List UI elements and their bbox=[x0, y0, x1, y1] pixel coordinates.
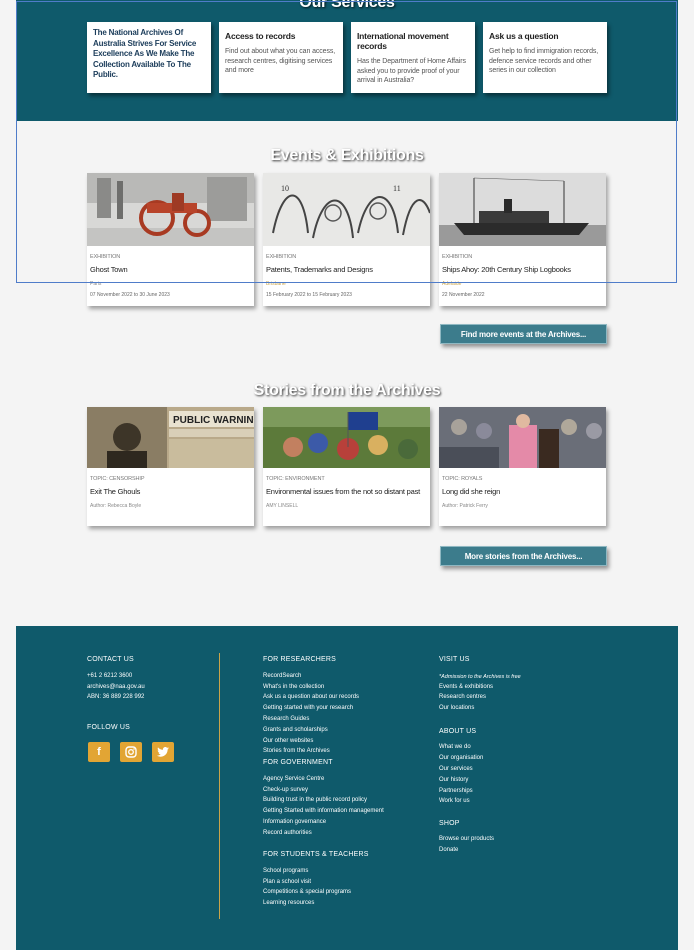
event-title: Ships Ahoy: 20th Century Ship Logbooks bbox=[442, 265, 571, 274]
footer-abn: ABN: 36 889 228 992 bbox=[87, 694, 145, 700]
service-card-desc: Has the Department of Home Affairs asked… bbox=[357, 58, 466, 84]
footer-link[interactable]: Grants and scholarships bbox=[263, 727, 328, 733]
footer-link[interactable]: Our other websites bbox=[263, 738, 313, 744]
footer-link[interactable]: What we do bbox=[439, 744, 471, 750]
story-title: Environmental issues from the not so dis… bbox=[266, 487, 421, 496]
footer-link[interactable]: Browse our products bbox=[439, 836, 494, 842]
footer-researchers-heading: FOR RESEARCHERS bbox=[263, 656, 337, 663]
story-title: Exit The Ghouls bbox=[90, 487, 141, 496]
service-card-ask[interactable]: Ask us a question Get help to find immig… bbox=[483, 22, 607, 93]
service-card-access[interactable]: Access to records Find out about what yo… bbox=[219, 22, 343, 93]
more-stories-button[interactable]: More stories from the Archives... bbox=[440, 546, 607, 566]
footer-link[interactable]: Donate bbox=[439, 847, 458, 853]
service-card-title: International movement records bbox=[357, 31, 449, 51]
service-card-title: Ask us a question bbox=[489, 31, 559, 41]
footer-link[interactable]: Getting started with your research bbox=[263, 705, 353, 711]
event-kicker: EXHIBITION bbox=[442, 254, 473, 260]
footer-link[interactable]: Research Guides bbox=[263, 716, 309, 722]
twitter-icon[interactable] bbox=[152, 742, 174, 762]
story-kicker: TOPIC: CENSORSHIP bbox=[90, 476, 145, 482]
service-card-desc: Find out about what you can access, rese… bbox=[225, 48, 336, 74]
footer-visit-heading: VISIT US bbox=[439, 656, 470, 663]
event-image-patents: 10 11 bbox=[263, 173, 430, 246]
footer-government-heading: FOR GOVERNMENT bbox=[263, 759, 333, 766]
story-image-environment bbox=[263, 407, 430, 468]
service-card-title: Access to records bbox=[225, 31, 296, 41]
story-kicker: TOPIC: ENVIRONMENT bbox=[266, 476, 325, 482]
footer-link[interactable]: Our organisation bbox=[439, 755, 483, 761]
story-image-royals bbox=[439, 407, 606, 468]
find-more-events-button[interactable]: Find more events at the Archives... bbox=[440, 324, 607, 344]
facebook-icon[interactable]: f bbox=[88, 742, 110, 762]
event-location: Brisbane bbox=[266, 280, 286, 287]
event-location: Paris bbox=[90, 280, 102, 287]
footer-link[interactable]: Learning resources bbox=[263, 900, 314, 906]
services-title: Our Services bbox=[299, 0, 395, 11]
footer-students-heading: FOR STUDENTS & TEACHERS bbox=[263, 851, 369, 858]
footer-link[interactable]: Events & exhibitions bbox=[439, 684, 493, 690]
event-kicker: EXHIBITION bbox=[266, 254, 297, 260]
svg-text:10: 10 bbox=[281, 184, 289, 193]
footer-link[interactable]: Work for us bbox=[439, 798, 470, 804]
story-author: AMY LINSELL bbox=[266, 502, 299, 509]
footer-link[interactable]: Competitions & special programs bbox=[263, 889, 351, 895]
stories-title: Stories from the Archives bbox=[253, 382, 441, 399]
event-card-ships[interactable]: EXHIBITION Ships Ahoy: 20th Century Ship… bbox=[439, 173, 606, 306]
event-title: Ghost Town bbox=[90, 265, 128, 274]
services-intro-text: The National Archives Of Australia Striv… bbox=[93, 28, 197, 79]
footer-link[interactable]: School programs bbox=[263, 868, 308, 874]
footer-divider bbox=[219, 653, 220, 919]
event-card-ghost-town[interactable]: EXHIBITION Ghost Town Paris 07 November … bbox=[87, 173, 254, 306]
footer-link[interactable]: Our services bbox=[439, 766, 473, 772]
story-card-long-did-she-reign[interactable]: TOPIC: ROYALS Long did she reign Author:… bbox=[439, 407, 606, 526]
event-card-patents[interactable]: 10 11 EXHIBITION Patents, Trademarks and… bbox=[263, 173, 430, 306]
footer-link[interactable]: RecordSearch bbox=[263, 673, 301, 679]
event-dates: 22 November 2022 bbox=[442, 291, 485, 298]
service-card-desc: Get help to find immigration records, de… bbox=[489, 48, 599, 74]
svg-text:PUBLIC WARNING!: PUBLIC WARNING! bbox=[173, 415, 254, 426]
footer-shop-heading: SHOP bbox=[439, 820, 460, 827]
story-author: Author: Rebecca Boyle bbox=[90, 502, 142, 509]
story-title: Long did she reign bbox=[442, 487, 501, 496]
story-kicker: TOPIC: ROYALS bbox=[442, 476, 483, 482]
event-image-ghost-town bbox=[87, 173, 254, 246]
svg-text:11: 11 bbox=[393, 184, 401, 193]
footer-link[interactable]: Record authorities bbox=[263, 830, 312, 836]
footer-link[interactable]: Information governance bbox=[263, 819, 326, 825]
footer-link[interactable]: Research centres bbox=[439, 694, 486, 700]
service-card-international[interactable]: International movement records Has the D… bbox=[351, 22, 475, 93]
footer-link[interactable]: Check-up survey bbox=[263, 787, 308, 793]
event-dates: 07 November 2022 to 30 June 2023 bbox=[90, 291, 170, 298]
instagram-icon[interactable] bbox=[120, 742, 142, 762]
event-title: Patents, Trademarks and Designs bbox=[266, 265, 373, 274]
footer-link[interactable]: Building trust in the public record poli… bbox=[263, 797, 367, 803]
event-dates: 15 February 2022 to 15 February 2023 bbox=[266, 291, 352, 298]
footer-link[interactable]: Stories from the Archives bbox=[263, 748, 330, 754]
event-image-ships bbox=[439, 173, 606, 246]
story-image-censorship: PUBLIC WARNING! bbox=[87, 407, 254, 468]
story-author: Author: Patrick Ferry bbox=[442, 502, 488, 509]
footer-link[interactable]: Partnerships bbox=[439, 788, 473, 794]
footer-link[interactable]: Plan a school visit bbox=[263, 879, 311, 885]
footer-link[interactable]: Our history bbox=[439, 777, 468, 783]
event-location: Adelaide bbox=[442, 280, 462, 287]
footer-link[interactable]: Our locations bbox=[439, 705, 474, 711]
footer-link[interactable]: Ask us a question about our records bbox=[263, 694, 359, 700]
footer-email-link[interactable]: archives@naa.gov.au bbox=[87, 684, 145, 690]
footer-link[interactable]: Getting Started with information managem… bbox=[263, 808, 384, 814]
footer-link[interactable]: What's in the collection bbox=[263, 684, 324, 690]
footer-link[interactable]: Agency Service Centre bbox=[263, 776, 324, 782]
footer-contact-heading: CONTACT US bbox=[87, 656, 134, 663]
story-card-exit-the-ghouls[interactable]: PUBLIC WARNING! TOPIC: CENSORSHIP Exit T… bbox=[87, 407, 254, 526]
story-card-environmental-issues[interactable]: TOPIC: ENVIRONMENT Environmental issues … bbox=[263, 407, 430, 526]
footer-follow-heading: FOLLOW US bbox=[87, 724, 131, 731]
footer-phone-link[interactable]: +61 2 6212 3600 bbox=[87, 673, 132, 679]
footer-admission-note: *Admission to the Archives is free bbox=[439, 674, 521, 680]
footer-about-heading: ABOUT US bbox=[439, 728, 477, 735]
events-title: Events & Exhibitions bbox=[270, 147, 424, 164]
services-intro-card: The National Archives Of Australia Striv… bbox=[87, 22, 211, 93]
event-kicker: EXHIBITION bbox=[90, 254, 121, 260]
